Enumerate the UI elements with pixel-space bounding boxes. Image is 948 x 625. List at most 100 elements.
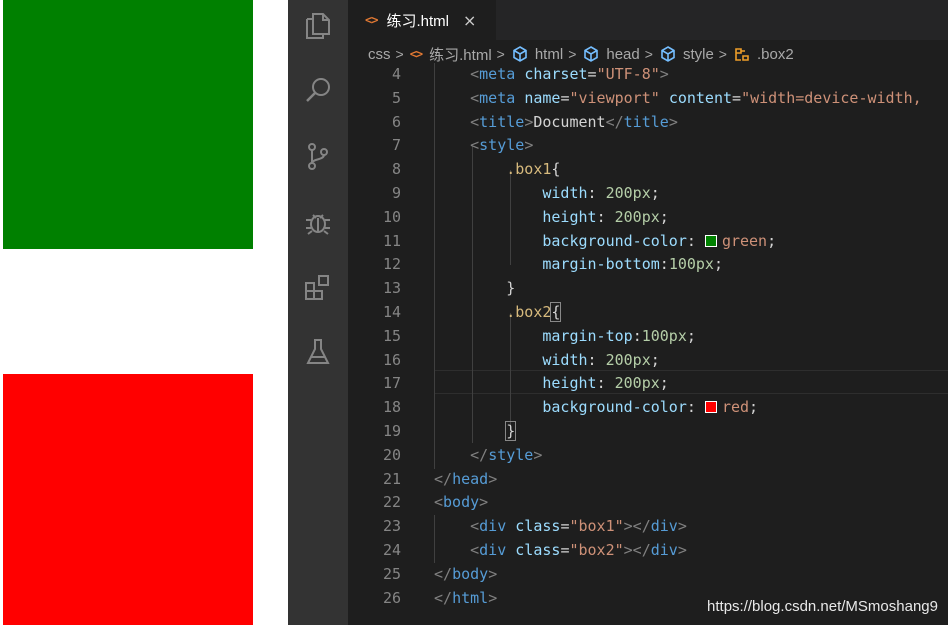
line-number: 24 bbox=[382, 541, 401, 559]
code-token: > bbox=[524, 136, 534, 155]
line-number: 15 bbox=[382, 326, 401, 345]
code-token: > bbox=[533, 445, 543, 464]
code-token: { bbox=[551, 160, 561, 179]
code-token: div bbox=[479, 541, 507, 559]
code-line[interactable]: 12 margin-bottom:100px; bbox=[348, 253, 948, 277]
code-token: : bbox=[686, 398, 705, 417]
source-control-icon[interactable] bbox=[302, 140, 334, 172]
code-line[interactable]: 18 background-color: red; bbox=[348, 396, 948, 420]
code-line[interactable]: 8 .box1{ bbox=[348, 158, 948, 182]
code-token: red bbox=[721, 398, 750, 417]
css-rule-icon bbox=[735, 48, 749, 61]
code-token: </ bbox=[434, 588, 453, 607]
tab-label: 练习.html bbox=[386, 12, 449, 30]
code-line[interactable]: 16 width: 200px; bbox=[348, 349, 948, 373]
code-token: .box1 bbox=[506, 160, 552, 179]
code-line[interactable]: 20 </style> bbox=[348, 444, 948, 468]
line-number: 20 bbox=[382, 445, 401, 464]
element-icon bbox=[584, 46, 599, 62]
line-number: 7 bbox=[391, 136, 401, 155]
line-number: 14 bbox=[382, 303, 401, 321]
code-token: style bbox=[488, 445, 534, 464]
testing-icon[interactable] bbox=[302, 336, 334, 368]
code-text: background-color: green; bbox=[434, 230, 776, 254]
line-number: 22 bbox=[382, 493, 401, 512]
breadcrumb-item-file[interactable]: <> 练习.html bbox=[410, 44, 492, 65]
code-token: green bbox=[721, 231, 768, 250]
breadcrumb-item-head[interactable]: head bbox=[582, 45, 640, 63]
code-token: 100px bbox=[668, 255, 714, 274]
code-token: body bbox=[452, 564, 489, 583]
code-line[interactable]: 10 height: 200px; bbox=[348, 206, 948, 230]
tab-file[interactable]: <> 练习.html × bbox=[348, 0, 496, 40]
line-number: 11 bbox=[382, 231, 401, 250]
code-text: </html> bbox=[434, 587, 497, 611]
code-token: ; bbox=[659, 374, 669, 393]
breadcrumb-item-box2[interactable]: .box2 bbox=[733, 45, 794, 63]
code-line[interactable]: 25 </body> bbox=[348, 563, 948, 587]
chevron-right-icon: > bbox=[718, 46, 727, 62]
code-token: </ bbox=[605, 112, 624, 131]
code-line[interactable]: 23 <div class="box1"></div> bbox=[348, 515, 948, 539]
code-line[interactable]: 19 } bbox=[348, 420, 948, 444]
breadcrumb-item-style[interactable]: style bbox=[659, 45, 714, 63]
code-line[interactable]: 11 background-color: green; bbox=[348, 230, 948, 254]
code-line[interactable]: 14 .box2{ bbox=[348, 301, 948, 325]
code-token: > bbox=[488, 564, 498, 583]
code-line[interactable]: 15 margin-top:100px; bbox=[348, 325, 948, 349]
breadcrumb-item-css[interactable]: css bbox=[368, 46, 391, 63]
tab-bar: <> 练习.html × bbox=[348, 0, 948, 40]
code-token: ; bbox=[686, 326, 696, 345]
code-line[interactable]: 21 </head> bbox=[348, 468, 948, 492]
color-swatch-icon[interactable] bbox=[704, 401, 717, 414]
activity-bar bbox=[288, 0, 348, 625]
code-token: "box2" bbox=[569, 541, 624, 559]
code-token: ; bbox=[749, 398, 759, 417]
line-number: 26 bbox=[382, 588, 401, 607]
code-token: : bbox=[659, 255, 669, 274]
code-line[interactable]: 13 } bbox=[348, 277, 948, 301]
code-line[interactable]: 24 <div class="box2"></div> bbox=[348, 539, 948, 563]
code-line[interactable]: 4 <meta charset="UTF-8"> bbox=[348, 63, 948, 87]
code-token: "UTF-8" bbox=[596, 65, 660, 83]
code-line[interactable]: 9 width: 200px; bbox=[348, 182, 948, 206]
code-token: > bbox=[479, 493, 489, 512]
watermark: https://blog.csdn.net/MSmoshang9 bbox=[707, 598, 938, 615]
code-token: } bbox=[505, 421, 517, 441]
extensions-icon[interactable] bbox=[302, 272, 334, 304]
code-line[interactable]: 7 <style> bbox=[348, 134, 948, 158]
code-area[interactable]: 4 <meta charset="UTF-8"> 5 <meta name="vi… bbox=[348, 63, 948, 625]
line-number: 12 bbox=[382, 255, 401, 274]
code-token: "box1" bbox=[569, 517, 624, 536]
code-token: < bbox=[470, 65, 480, 83]
search-icon[interactable] bbox=[302, 74, 334, 106]
code-line[interactable]: 6 <title>Document</title> bbox=[348, 111, 948, 135]
color-swatch-icon[interactable] bbox=[704, 234, 717, 247]
chevron-right-icon: > bbox=[568, 46, 577, 62]
code-text: <body> bbox=[434, 491, 488, 515]
line-number: 16 bbox=[382, 350, 401, 369]
code-token: 200px bbox=[614, 374, 660, 393]
code-token: meta bbox=[479, 88, 516, 107]
code-line[interactable]: 17 height: 200px; bbox=[348, 372, 948, 396]
code-line[interactable]: 5 <meta name="viewport" content="width=d… bbox=[348, 87, 948, 111]
explorer-icon[interactable] bbox=[302, 10, 334, 42]
code-token: > bbox=[488, 588, 498, 607]
line-number: 21 bbox=[382, 469, 401, 488]
code-line[interactable]: 22 <body> bbox=[348, 491, 948, 515]
close-icon[interactable]: × bbox=[463, 11, 476, 30]
breadcrumb-item-html[interactable]: html bbox=[511, 45, 563, 63]
code-token: style bbox=[479, 136, 525, 155]
debug-icon[interactable] bbox=[302, 206, 334, 238]
code-token: charset bbox=[524, 65, 588, 83]
